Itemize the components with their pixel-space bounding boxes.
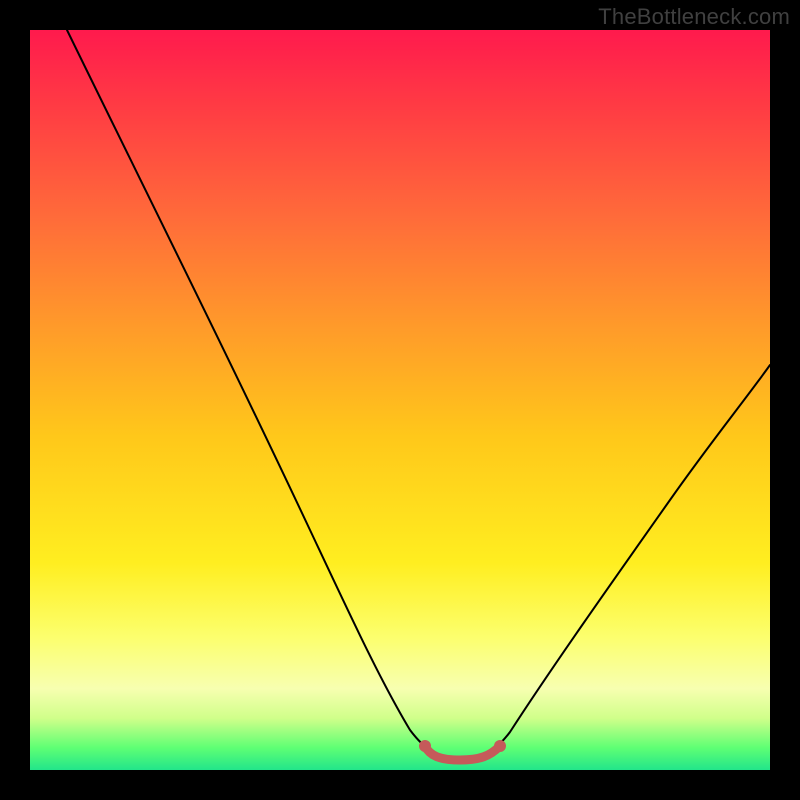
- optimum-marker: [425, 746, 500, 760]
- chart-frame: TheBottleneck.com: [0, 0, 800, 800]
- optimum-marker-start-dot: [419, 740, 431, 752]
- attribution-text: TheBottleneck.com: [598, 4, 790, 30]
- plot-area: [30, 30, 770, 770]
- curve-layer: [30, 30, 770, 770]
- optimum-marker-end-dot: [494, 740, 506, 752]
- bottleneck-curve: [67, 30, 770, 760]
